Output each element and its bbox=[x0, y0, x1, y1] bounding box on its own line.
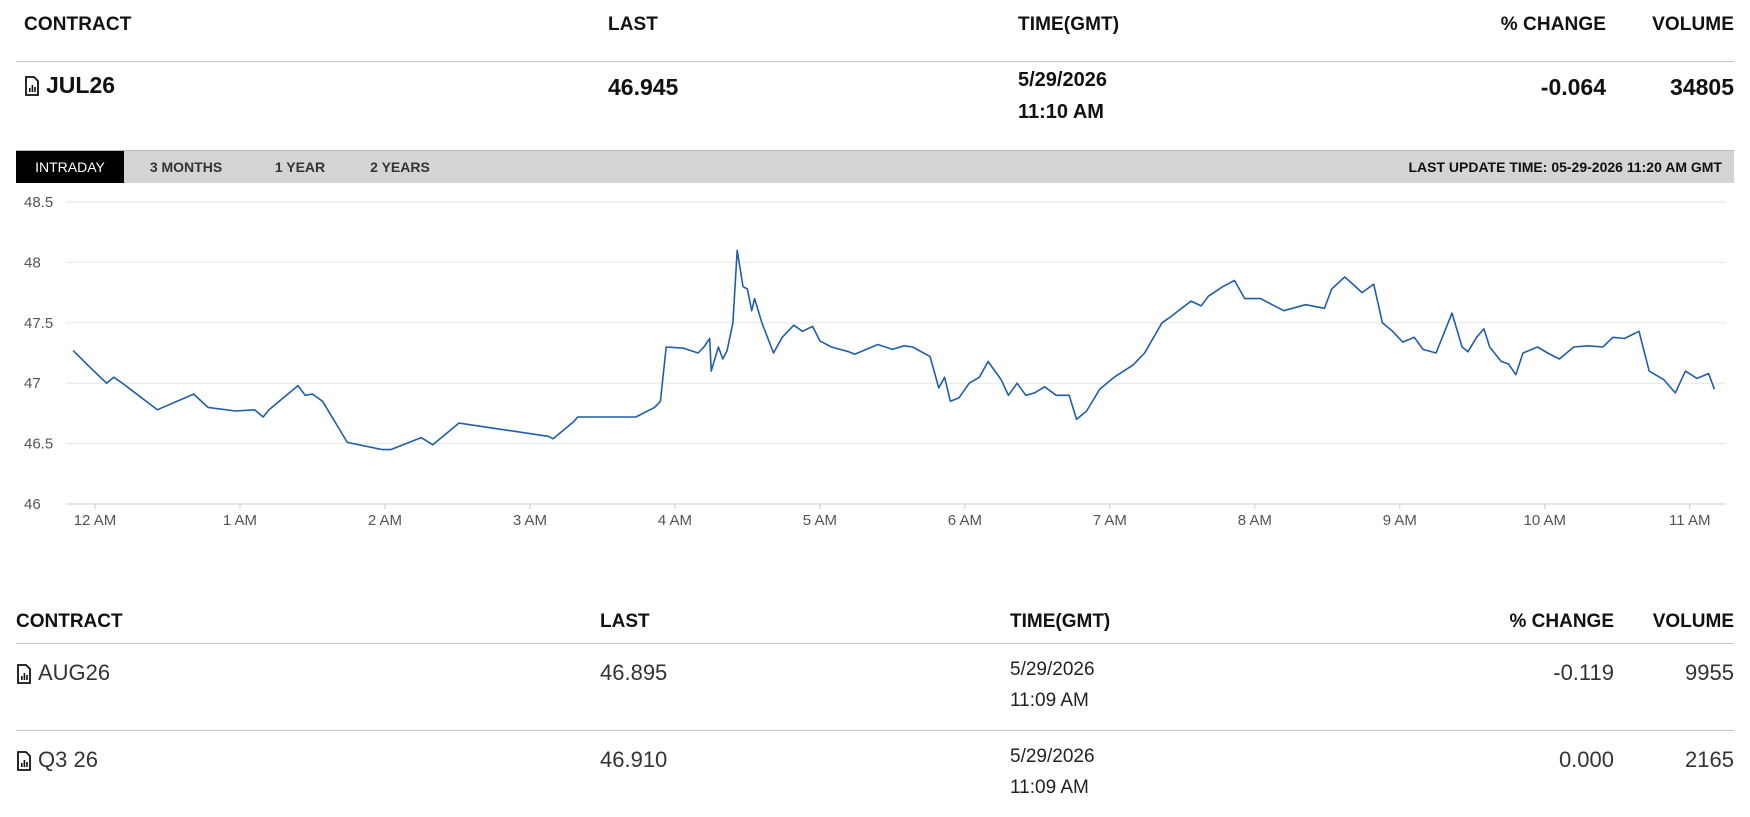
tab-2-years[interactable]: 2 YEARS bbox=[352, 151, 448, 183]
lower-header-time: TIME(GMT) bbox=[1010, 611, 1111, 632]
main-volume: 34805 bbox=[1670, 74, 1734, 100]
chart-range-tabs: INTRADAY 3 MONTHS 1 YEAR 2 YEARS LAST UP… bbox=[16, 150, 1734, 183]
header-change: % CHANGE bbox=[1500, 14, 1606, 35]
trade-time: 11:09 AM bbox=[1010, 690, 1089, 711]
related-contracts-header: CONTRACT LAST TIME(GMT) % CHANGE VOLUME bbox=[16, 573, 1734, 644]
trade-time: 11:09 AM bbox=[1010, 777, 1089, 798]
contract-name: Q3 26 bbox=[38, 747, 98, 772]
price-series-line bbox=[72, 249, 1716, 451]
document-chart-icon bbox=[25, 75, 39, 96]
main-date: 5/29/2026 bbox=[1018, 69, 1107, 91]
intraday-chart: 48.5 48 47.5 47 46.5 46 12 AM 1 AM 2 AM 3 AM 4 AM 5… bbox=[16, 183, 1734, 573]
header-time: TIME(GMT) bbox=[1018, 14, 1120, 35]
trade-date: 5/29/2026 bbox=[1010, 659, 1095, 680]
main-contract-name: JUL26 bbox=[46, 72, 116, 98]
lower-header-volume: VOLUME bbox=[1652, 611, 1734, 632]
x-tick-label: 7 AM bbox=[1093, 512, 1127, 529]
x-tick-label: 2 AM bbox=[368, 512, 402, 529]
x-tick-label: 3 AM bbox=[513, 512, 547, 529]
tab-1-year[interactable]: 1 YEAR bbox=[258, 151, 342, 183]
x-tick-label: 6 AM bbox=[948, 512, 982, 529]
x-tick-label: 8 AM bbox=[1238, 512, 1272, 529]
x-tick-label: 9 AM bbox=[1383, 512, 1417, 529]
contract-link[interactable]: Q3 26 bbox=[16, 747, 98, 773]
volume: 9955 bbox=[1685, 660, 1734, 685]
header-last: LAST bbox=[608, 14, 659, 35]
contract-name: AUG26 bbox=[38, 660, 111, 685]
document-chart-icon bbox=[17, 751, 31, 772]
header-contract: CONTRACT bbox=[24, 14, 132, 35]
last-update-time: LAST UPDATE TIME: 05-29-2026 11:20 AM GM… bbox=[1408, 159, 1722, 175]
percent-change: -0.119 bbox=[1553, 660, 1614, 685]
volume: 2165 bbox=[1685, 747, 1734, 772]
percent-change: 0.000 bbox=[1558, 747, 1614, 772]
main-contract-link[interactable]: JUL26 bbox=[24, 72, 115, 99]
main-contract-row: JUL26 46.945 5/29/2026 11:10 AM -0.064 3… bbox=[16, 62, 1734, 150]
lower-header-last: LAST bbox=[600, 611, 650, 632]
x-tick-label: 11 AM bbox=[1669, 512, 1710, 529]
last-price: 46.910 bbox=[600, 747, 668, 772]
main-time: 11:10 AM bbox=[1018, 101, 1104, 123]
tab-intraday[interactable]: INTRADAY bbox=[16, 151, 124, 183]
y-tick-label: 48 bbox=[24, 254, 41, 271]
x-tick-label: 12 AM bbox=[74, 512, 117, 529]
x-tick-label: 1 AM bbox=[223, 512, 257, 529]
main-last-price: 46.945 bbox=[608, 74, 679, 100]
y-tick-label: 46 bbox=[24, 496, 41, 513]
tab-3-months[interactable]: 3 MONTHS bbox=[134, 151, 238, 183]
x-tick-label: 4 AM bbox=[658, 512, 692, 529]
intraday-chart-svg: 48.5 48 47.5 47 46.5 46 12 AM 1 AM 2 AM 3 AM 4 AM 5… bbox=[24, 194, 1726, 529]
lower-header-change: % CHANGE bbox=[1509, 611, 1614, 632]
x-tick-label: 5 AM bbox=[803, 512, 837, 529]
main-change: -0.064 bbox=[1540, 74, 1606, 100]
y-tick-label: 47.5 bbox=[24, 315, 53, 332]
header-volume: VOLUME bbox=[1652, 14, 1734, 35]
table-row: AUG26 46.895 5/29/2026 11:09 AM -0.119 9… bbox=[16, 644, 1734, 731]
x-tick-label: 10 AM bbox=[1524, 512, 1567, 529]
contract-table-header: CONTRACT LAST TIME(GMT) % CHANGE VOLUME bbox=[16, 0, 1734, 62]
trade-date: 5/29/2026 bbox=[1010, 746, 1095, 767]
y-tick-label: 47 bbox=[24, 375, 41, 392]
document-chart-icon bbox=[17, 664, 31, 685]
table-row: Q3 26 46.910 5/29/2026 11:09 AM 0.000 21… bbox=[16, 731, 1734, 817]
y-tick-label: 46.5 bbox=[24, 436, 53, 453]
y-tick-label: 48.5 bbox=[24, 194, 53, 211]
contract-link[interactable]: AUG26 bbox=[16, 660, 110, 686]
last-price: 46.895 bbox=[600, 660, 668, 685]
lower-header-contract: CONTRACT bbox=[16, 611, 123, 632]
